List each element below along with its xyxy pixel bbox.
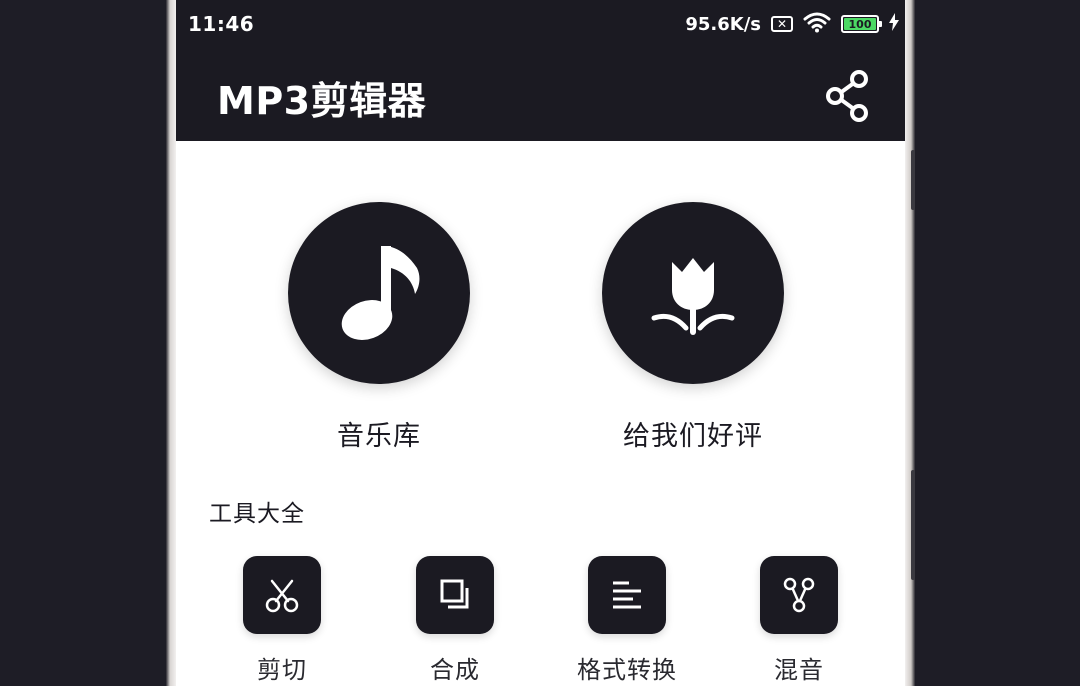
scissors-icon: [265, 579, 299, 613]
app-header: 11:46 95.6K/s ✕ 100 MP3剪辑器: [176, 0, 905, 141]
tool-mix-label: 混音: [774, 656, 824, 684]
tool-format-convert-tile: [588, 556, 666, 634]
mix-nodes-icon: [783, 577, 815, 613]
tool-mix-button[interactable]: 混音: [729, 556, 869, 685]
music-library-circle: [288, 202, 470, 384]
tool-mix-tile: [760, 556, 838, 634]
phone-frame-right: [905, 0, 915, 686]
status-icons: 95.6K/s ✕ 100: [685, 10, 899, 38]
phone-frame-left: [166, 0, 176, 686]
share-icon: [826, 70, 868, 122]
rate-us-label: 给我们好评: [623, 421, 763, 452]
phone-screen: 11:46 95.6K/s ✕ 100 MP3剪辑器 音乐库 给我们好评 工具大…: [176, 0, 905, 686]
battery-fill: 100: [844, 18, 876, 30]
tool-cut-button[interactable]: 剪切: [212, 556, 352, 685]
music-library-label: 音乐库: [337, 421, 421, 452]
tool-merge-label: 合成: [430, 656, 480, 684]
battery-level: 100: [848, 17, 872, 31]
tool-merge-tile: [416, 556, 494, 634]
tool-cut-label: 剪切: [257, 656, 307, 684]
share-button[interactable]: [822, 68, 874, 124]
app-title: MP3剪辑器: [217, 79, 427, 123]
phone-volume-button: [911, 150, 915, 210]
battery-icon: 100: [841, 15, 882, 33]
tool-merge-button[interactable]: 合成: [385, 556, 525, 685]
stage: 11:46 95.6K/s ✕ 100 MP3剪辑器 音乐库 给我们好评 工具大…: [0, 0, 1080, 686]
merge-squares-icon: [440, 579, 469, 609]
rate-us-button[interactable]: 给我们好评: [573, 202, 813, 453]
sim-x-icon: ✕: [771, 16, 793, 32]
wifi-icon: [803, 11, 831, 37]
status-time: 11:46: [188, 12, 255, 36]
format-lines-icon: [613, 581, 641, 609]
rate-us-circle: [602, 202, 784, 384]
tools-section-title: 工具大全: [209, 501, 305, 527]
tool-format-convert-label: 格式转换: [577, 656, 677, 684]
tool-format-convert-button[interactable]: 格式转换: [557, 556, 697, 685]
music-library-button[interactable]: 音乐库: [259, 202, 499, 453]
charging-bolt-icon: [889, 13, 899, 35]
music-note-icon: [341, 246, 420, 340]
phone-power-button: [911, 470, 915, 580]
network-speed: 95.6K/s: [685, 13, 761, 35]
tulip-icon: [651, 258, 735, 335]
tool-cut-tile: [243, 556, 321, 634]
